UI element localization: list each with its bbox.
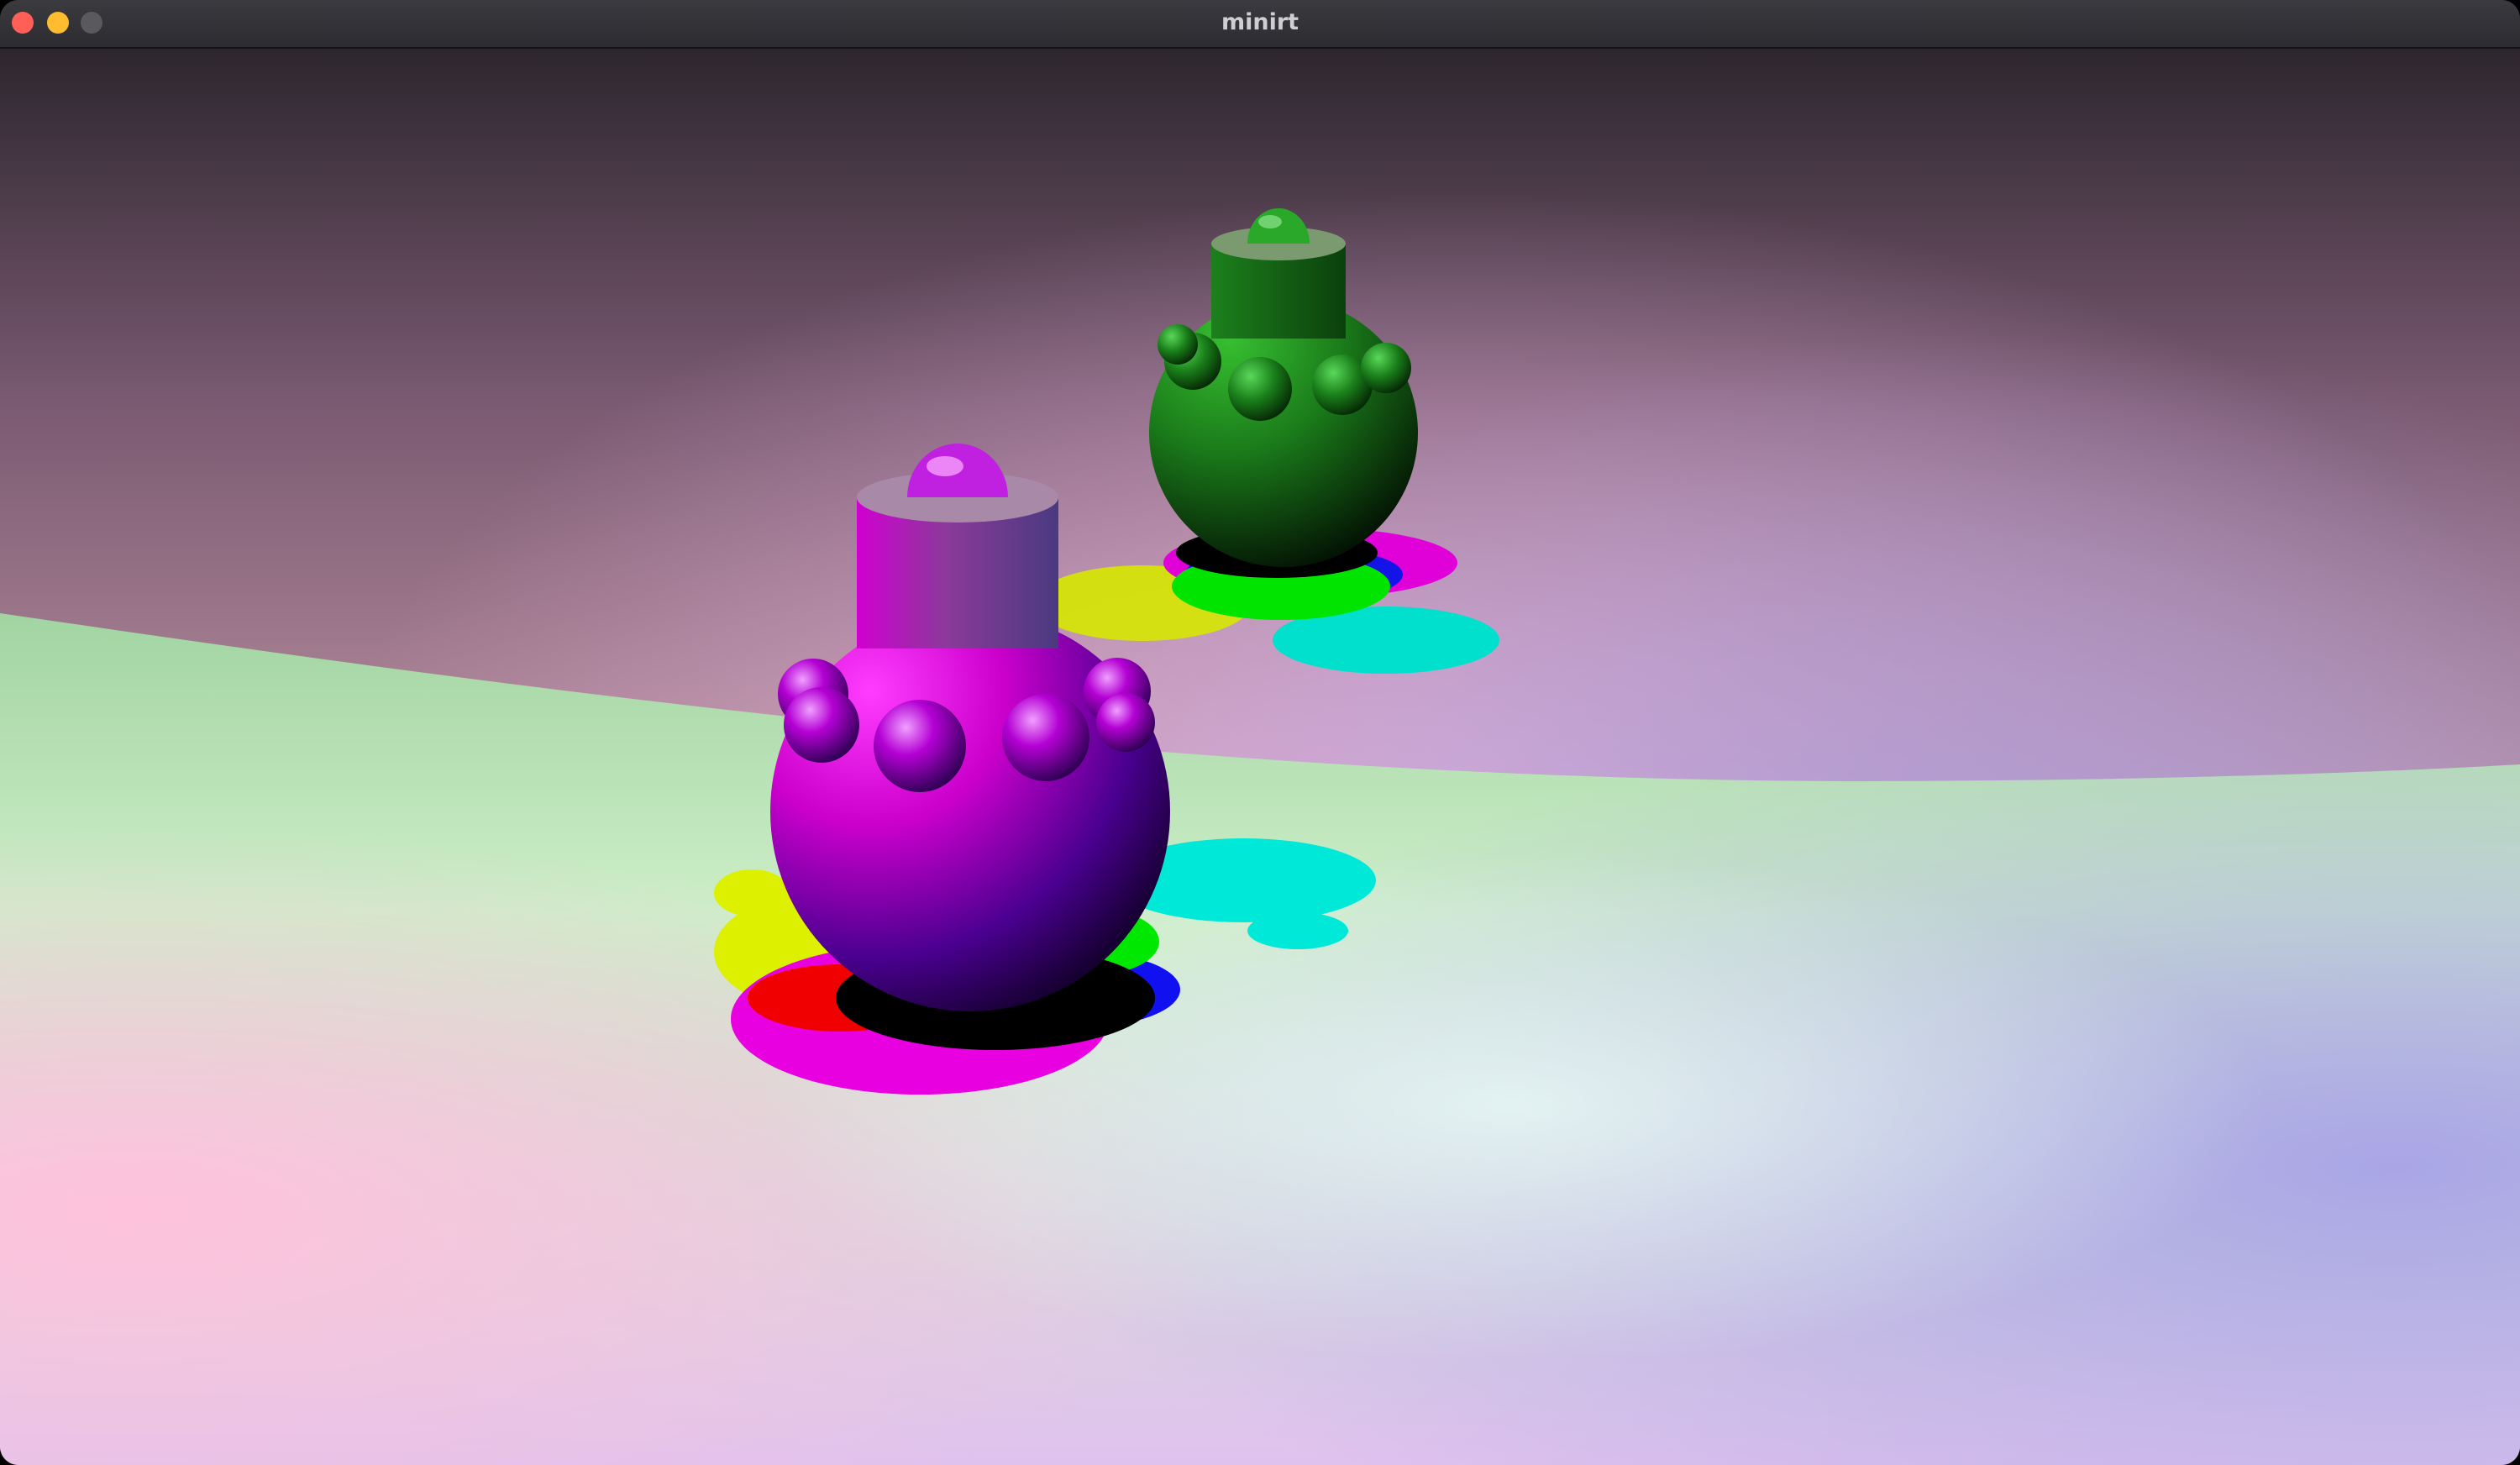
title-bar[interactable]: minirt [0,0,2520,49]
render-canvas [0,49,2520,1465]
app-window: minirt [0,0,2520,1465]
window-title: minirt [1221,9,1299,35]
